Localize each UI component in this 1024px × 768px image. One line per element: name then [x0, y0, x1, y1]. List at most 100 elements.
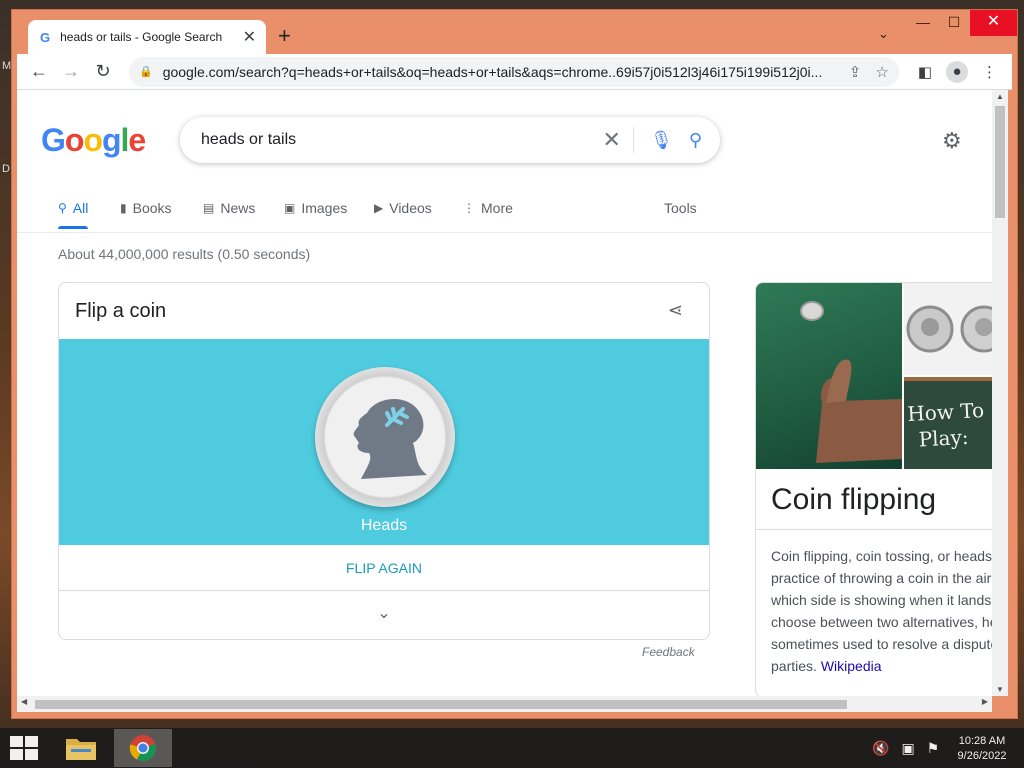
search-icon[interactable]: ⚲	[689, 130, 702, 151]
quarters-photo[interactable]	[904, 283, 992, 375]
share-page-icon[interactable]: ⇪	[849, 63, 862, 81]
card-title: Flip a coin	[75, 300, 167, 322]
browser-menu-icon[interactable]: ⋮	[982, 63, 997, 81]
tab-all[interactable]: ⚲ All	[58, 200, 89, 229]
more-vertical-icon: ⋮	[463, 201, 475, 215]
maximize-button[interactable]: ☐	[938, 10, 970, 36]
browser-toolbar: ← → ↻ 🔒 google.com/search?q=heads+or+tai…	[17, 54, 1012, 90]
coin-heads-image[interactable]	[315, 367, 455, 507]
result-stats: About 44,000,000 results (0.50 seconds)	[58, 246, 311, 262]
image-icon: ▣	[284, 201, 296, 215]
scroll-left-icon[interactable]: ◀	[21, 697, 27, 706]
description-text: parties.	[771, 658, 817, 674]
volume-muted-icon[interactable]: 🔇	[872, 740, 889, 757]
address-bar[interactable]: 🔒 google.com/search?q=heads+or+tails&oq=…	[129, 56, 899, 87]
coin-display: Heads	[59, 339, 709, 545]
chalkboard-text: How To	[906, 398, 985, 427]
tab-news[interactable]: ▤ News	[203, 200, 255, 216]
notification-icon[interactable]: ⚑	[927, 740, 940, 757]
taskbar-clock[interactable]: 10:28 AM 9/26/2022	[952, 734, 1012, 764]
tab-close-icon[interactable]: ✕	[243, 27, 256, 47]
knowledge-panel: How To Play: Coin flipping Coin flipping…	[755, 282, 992, 696]
description-line: choose between two alternatives, hea	[771, 614, 992, 630]
tab-books[interactable]: ▮ Books	[120, 200, 172, 216]
tab-label: News	[220, 200, 256, 216]
book-icon: ▮	[120, 201, 127, 215]
clear-search-icon[interactable]: ✕	[603, 127, 634, 153]
side-panel-icon[interactable]: ◧	[918, 63, 932, 81]
google-logo[interactable]: Google	[41, 122, 146, 159]
browser-tab[interactable]: G heads or tails - Google Search ✕	[28, 20, 266, 54]
coin-result-label: Heads	[360, 517, 408, 534]
search-icon: ⚲	[58, 201, 67, 215]
desktop-edge-glyph: D	[2, 163, 10, 175]
description-line: practice of throwing a coin in the air a	[771, 570, 992, 586]
tab-label: Images	[301, 200, 348, 216]
microphone-icon[interactable]: 🎙	[650, 130, 673, 151]
search-input[interactable]: heads or tails	[201, 131, 603, 149]
google-favicon-icon: G	[40, 29, 51, 45]
taskbar: 🔇 ▣ ⚑ 10:28 AM 9/26/2022	[0, 728, 1024, 768]
file-explorer-icon[interactable]	[52, 729, 110, 767]
system-tray: 🔇 ▣ ⚑	[872, 740, 939, 757]
tools-button[interactable]: Tools	[664, 200, 697, 216]
horizontal-scrollbar[interactable]: ◀ ▶	[17, 696, 992, 712]
video-icon: ▶	[374, 201, 384, 215]
feedback-link[interactable]: Feedback	[642, 645, 695, 659]
clock-date: 9/26/2022	[957, 750, 1007, 762]
new-tab-button[interactable]: +	[278, 23, 291, 49]
chalkboard-text: Play:	[918, 424, 970, 452]
share-icon[interactable]: ⋖	[668, 300, 683, 321]
how-to-play-photo[interactable]: How To Play:	[904, 377, 992, 469]
browser-window: G heads or tails - Google Search ✕ + ⌄ —…	[11, 9, 1018, 719]
search-results-page: Google heads or tails ✕ 🎙 ⚲ ⚙ ⚲ All ▮ Bo…	[17, 90, 992, 696]
reload-button[interactable]: ↻	[89, 61, 117, 82]
news-icon: ▤	[203, 201, 215, 215]
profile-avatar-icon[interactable]: ●	[946, 60, 968, 83]
scroll-down-icon[interactable]: ▼	[992, 685, 1008, 694]
settings-gear-icon[interactable]: ⚙	[942, 128, 962, 154]
knowledge-panel-description: Coin flipping, coin tossing, or heads o …	[771, 545, 992, 677]
description-line: parties. Wikipedia	[771, 655, 992, 677]
search-box[interactable]: heads or tails ✕ 🎙 ⚲	[180, 117, 720, 163]
coin-head-icon	[353, 399, 427, 479]
tab-images[interactable]: ▣ Images	[284, 200, 347, 216]
tab-label: More	[481, 200, 513, 216]
coin-toss-photo[interactable]	[756, 283, 902, 469]
wikipedia-link[interactable]: Wikipedia	[821, 658, 882, 674]
bookmark-star-icon[interactable]: ☆	[875, 63, 888, 81]
network-icon[interactable]: ▣	[901, 740, 914, 757]
tab-title: heads or tails - Google Search	[60, 30, 223, 44]
knowledge-panel-title: Coin flipping	[771, 483, 937, 516]
vertical-scrollbar[interactable]: ▲ ▼	[992, 90, 1008, 696]
description-line: Coin flipping, coin tossing, or heads o	[771, 548, 992, 564]
coin-flip-card: Flip a coin ⋖ Heads FLIP AGAIN ⌄	[58, 282, 710, 640]
address-url[interactable]: google.com/search?q=heads+or+tails&oq=he…	[163, 64, 835, 80]
tab-videos[interactable]: ▶ Videos	[374, 200, 432, 216]
chevron-down-icon[interactable]: ⌄	[59, 603, 709, 623]
tab-more[interactable]: ⋮ More	[463, 200, 513, 216]
horizontal-scroll-thumb[interactable]	[35, 700, 847, 709]
tab-strip: G heads or tails - Google Search ✕ + ⌄ —…	[12, 10, 1017, 54]
windows-start-icon[interactable]	[10, 736, 38, 765]
divider	[756, 529, 992, 530]
tab-label: Books	[132, 200, 172, 216]
lock-icon[interactable]: 🔒	[139, 65, 153, 78]
tab-label: All	[72, 200, 89, 216]
chrome-taskbar-icon[interactable]	[114, 729, 172, 767]
scroll-right-icon[interactable]: ▶	[982, 697, 988, 706]
description-line: which side is showing when it lands, i	[771, 592, 992, 608]
back-button[interactable]: ←	[25, 61, 53, 82]
clock-time: 10:28 AM	[958, 735, 1006, 747]
forward-button[interactable]: →	[57, 61, 85, 82]
desktop-edge-glyph: M	[2, 60, 12, 72]
search-tabs: ⚲ All ▮ Books ▤ News ▣ Images ▶ Videos ⋮…	[17, 188, 992, 233]
close-window-button[interactable]: ✕	[970, 10, 1017, 36]
vertical-scroll-thumb[interactable]	[995, 106, 1005, 218]
scroll-up-icon[interactable]: ▲	[992, 92, 1008, 101]
minimize-button[interactable]: —	[907, 10, 939, 36]
tab-label: Videos	[389, 200, 432, 216]
description-line: sometimes used to resolve a dispute	[771, 636, 992, 652]
flip-again-button[interactable]: FLIP AGAIN	[59, 545, 709, 591]
tab-search-chevron-icon[interactable]: ⌄	[878, 26, 889, 42]
